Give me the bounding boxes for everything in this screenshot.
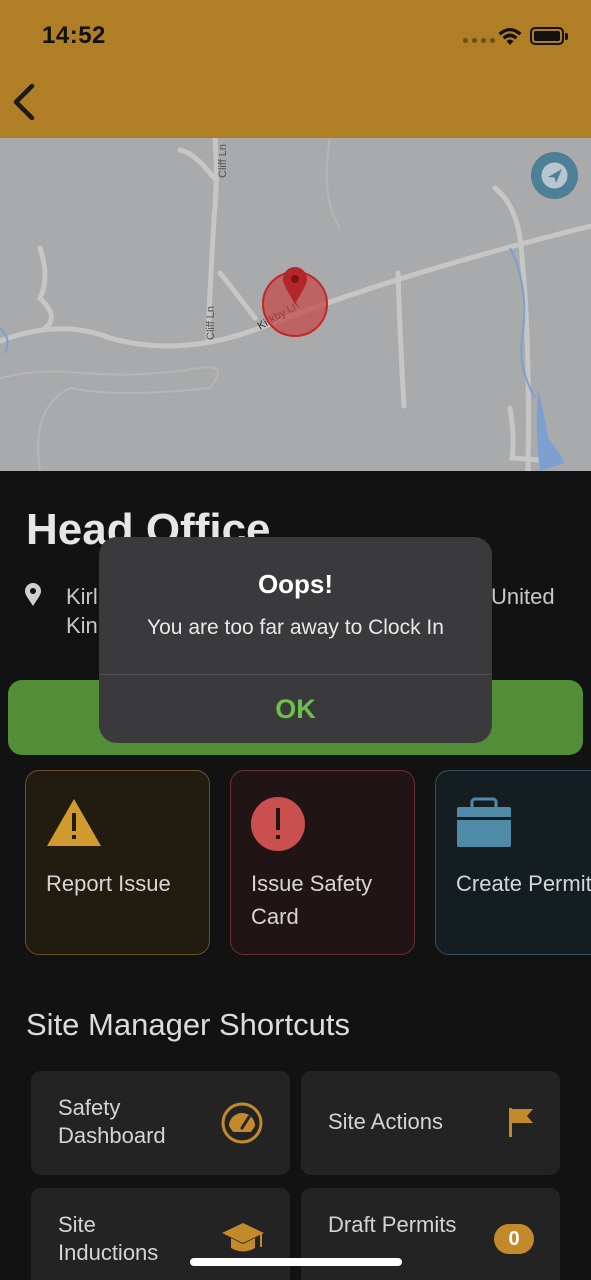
toolbox-icon: [457, 797, 511, 847]
safety-dashboard-shortcut[interactable]: Safety Dashboard: [31, 1071, 290, 1175]
back-chevron-icon[interactable]: [8, 80, 44, 124]
card-label: Report Issue: [46, 871, 171, 896]
battery-icon: [530, 27, 568, 45]
card-label: Issue Safety Card: [251, 871, 373, 929]
map-view[interactable]: Cliff Ln Cliff Ln Kirkby Ln: [0, 138, 591, 471]
address-line1-end: United: [491, 584, 555, 609]
graduation-cap-icon: [222, 1223, 264, 1252]
address-line1: Kirl: [66, 584, 98, 609]
dialog-message: You are too far away to Clock In: [147, 616, 444, 639]
road-label: Cliff Ln: [217, 144, 229, 178]
create-permit-card[interactable]: Create Permit: [435, 770, 591, 955]
site-actions-shortcut[interactable]: Site Actions: [301, 1071, 560, 1175]
location-pin-icon: [25, 583, 41, 606]
wifi-icon: [498, 28, 522, 45]
warning-triangle-icon: [47, 799, 101, 846]
map-roads: Cliff Ln Cliff Ln Kirkby Ln: [0, 138, 591, 471]
speedometer-icon: [221, 1102, 263, 1144]
count-badge: 0: [494, 1224, 534, 1254]
shortcut-label: Draft Permits: [328, 1212, 457, 1237]
dialog-title: Oops!: [257, 569, 334, 599]
section-title: Site Manager Shortcuts: [26, 1007, 350, 1042]
alert-dialog: Oops! You are too far away to Clock In O…: [99, 537, 492, 743]
home-indicator[interactable]: [190, 1258, 402, 1266]
draft-permits-shortcut[interactable]: Draft Permits 0: [301, 1188, 560, 1280]
ok-button[interactable]: OK: [99, 675, 492, 743]
card-label: Create Permit: [456, 871, 591, 896]
shortcut-label: Safety Dashboard: [58, 1095, 166, 1148]
navigation-arrow-icon: [541, 162, 568, 189]
locate-me-button[interactable]: [531, 152, 578, 199]
report-issue-card[interactable]: Report Issue: [25, 770, 210, 955]
site-inductions-shortcut[interactable]: Site Inductions: [31, 1188, 290, 1280]
header-bar: 14:52: [0, 0, 591, 138]
shortcut-label: Site Actions: [328, 1109, 443, 1134]
road-label: Cliff Ln: [205, 306, 217, 340]
shortcut-label: Site Inductions: [58, 1212, 159, 1265]
issue-safety-card-card[interactable]: Issue Safety Card: [230, 770, 415, 955]
cellular-signal-icon: [463, 38, 495, 43]
exclamation-circle-icon: [251, 797, 305, 851]
address-line2: Kin: [66, 613, 98, 638]
flag-icon: [509, 1108, 533, 1137]
status-time: 14:52: [42, 22, 106, 49]
